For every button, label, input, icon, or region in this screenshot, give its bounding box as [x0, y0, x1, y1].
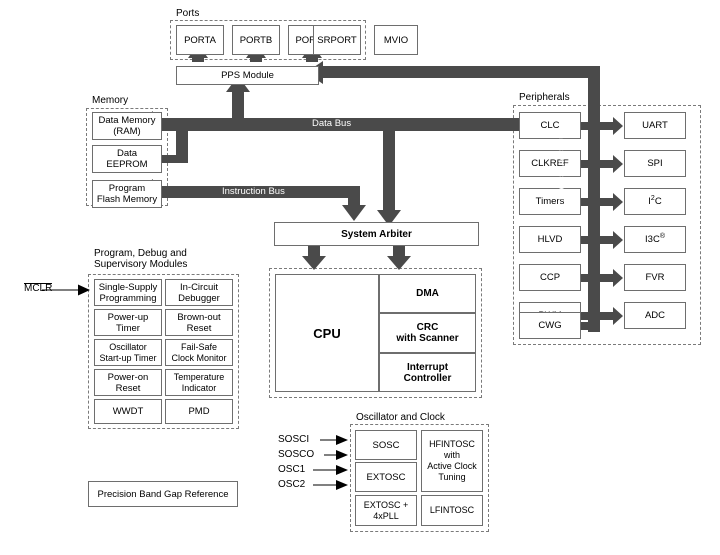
memory-block-program-flash[interactable]: Program Flash Memory	[92, 180, 162, 208]
memory-block-data-eeprom[interactable]: Data EEPROM	[92, 145, 162, 173]
cpu-block[interactable]: CPU	[275, 274, 379, 392]
interconnect-bus-label: Interconnect Bus	[556, 128, 567, 200]
data-bus-label: Data Bus	[312, 118, 352, 129]
block-diagram-canvas: Ports PORTA PORTB PORTC SRPORT MVIO PPS …	[0, 0, 720, 555]
supervisory-block-power-on-reset[interactable]: Power-on Reset	[94, 369, 162, 396]
core-block-crc-scanner[interactable]: CRC with Scanner	[379, 313, 476, 353]
peripheral-block-cwg[interactable]: CWG	[519, 312, 581, 339]
mclr-overbar-text: MCLR	[24, 283, 53, 294]
oscillator-block-extosc[interactable]: EXTOSC	[355, 462, 417, 492]
port-block-porta[interactable]: PORTA	[176, 25, 224, 55]
oscillator-pin-osc2: OSC2	[278, 479, 306, 490]
system-arbiter-block[interactable]: System Arbiter	[274, 222, 479, 246]
supervisory-block-wwdt[interactable]: WWDT	[94, 399, 162, 424]
supervisory-block-pmd[interactable]: PMD	[165, 399, 233, 424]
supervisory-block-temperature-indicator[interactable]: Temperature Indicator	[165, 369, 233, 396]
peripheral-block-i3c[interactable]: I3C®	[624, 226, 686, 253]
oscillator-group-label: Oscillator and Clock	[356, 412, 445, 423]
supervisory-group-label: Program, Debug and Supervisory Modules	[94, 248, 188, 270]
oscillator-pin-osc1: OSC1	[278, 464, 306, 475]
oscillator-pin-sosci: SOSCI	[278, 434, 310, 445]
port-block-mvio[interactable]: MVIO	[374, 25, 418, 55]
i2c-label: I2C	[648, 194, 662, 207]
peripheral-block-timers[interactable]: Timers	[519, 188, 581, 215]
core-block-interrupt-controller[interactable]: Interrupt Controller	[379, 353, 476, 392]
supervisory-block-brown-out-reset[interactable]: Brown-out Reset	[165, 309, 233, 336]
peripheral-block-i2c[interactable]: I2C	[624, 188, 686, 215]
core-block-dma[interactable]: DMA	[379, 274, 476, 313]
oscillator-pin-sosco: SOSCO	[278, 449, 315, 460]
supervisory-block-in-circuit-debugger[interactable]: In-Circuit Debugger	[165, 279, 233, 306]
oscillator-block-hfintosc[interactable]: HFINTOSC with Active Clock Tuning	[421, 430, 483, 492]
instruction-bus-label: Instruction Bus	[222, 186, 285, 197]
oscillator-block-lfintosc[interactable]: LFINTOSC	[421, 495, 483, 526]
precision-band-gap-reference-block[interactable]: Precision Band Gap Reference	[88, 481, 238, 507]
peripheral-block-spi[interactable]: SPI	[624, 150, 686, 177]
i3c-label: I3C®	[645, 232, 665, 245]
peripheral-block-adc[interactable]: ADC	[624, 302, 686, 329]
pps-module-block[interactable]: PPS Module	[176, 66, 319, 85]
port-block-portb[interactable]: PORTB	[232, 25, 280, 55]
peripheral-block-fvr[interactable]: FVR	[624, 264, 686, 291]
oscillator-block-extosc-4xpll[interactable]: EXTOSC + 4xPLL	[355, 495, 417, 526]
port-block-srport[interactable]: SRPORT	[313, 25, 361, 55]
peripheral-block-hlvd[interactable]: HLVD	[519, 226, 581, 253]
ports-group-label: Ports	[176, 8, 200, 19]
supervisory-block-fail-safe-clock-monitor[interactable]: Fail-Safe Clock Monitor	[165, 339, 233, 366]
oscillator-block-sosc[interactable]: SOSC	[355, 430, 417, 460]
supervisory-block-oscillator-startup-timer[interactable]: Oscillator Start-up Timer	[94, 339, 162, 366]
supervisory-block-single-supply-programming[interactable]: Single-Supply Programming	[94, 279, 162, 306]
peripherals-group-label: Peripherals	[519, 92, 570, 103]
peripheral-block-uart[interactable]: UART	[624, 112, 686, 139]
peripheral-block-clkref[interactable]: CLKREF	[519, 150, 581, 177]
peripheral-block-ccp[interactable]: CCP	[519, 264, 581, 291]
supervisory-block-power-up-timer[interactable]: Power-up Timer	[94, 309, 162, 336]
memory-block-data-ram[interactable]: Data Memory (RAM)	[92, 112, 162, 140]
peripheral-block-clc[interactable]: CLC	[519, 112, 581, 139]
memory-group-label: Memory	[92, 95, 129, 106]
mclr-pin-label: MCLR	[24, 283, 53, 294]
